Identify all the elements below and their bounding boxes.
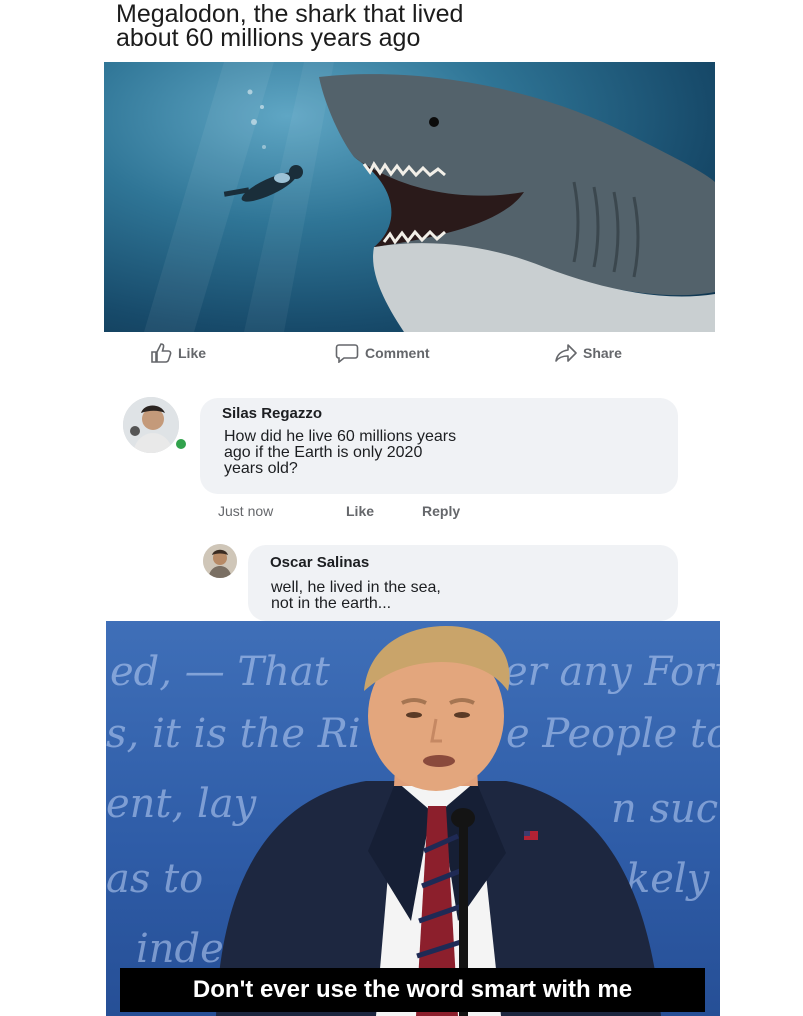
comment-text-line: ago if the Earth is only 2020: [224, 444, 423, 461]
post-title-line: Megalodon, the shark that lived: [116, 0, 464, 28]
meme-reaction-image: ed, — That er any Form s, it is the Ri e…: [106, 621, 720, 1016]
comment-meta: Just now Like Reply: [218, 503, 518, 523]
post-title-line: about 60 millions years ago: [116, 24, 421, 52]
comment-like-link[interactable]: Like: [346, 503, 374, 519]
avatar[interactable]: [203, 544, 237, 578]
reply-author-name[interactable]: Oscar Salinas: [270, 554, 369, 571]
megalodon-illustration: [144, 62, 715, 332]
like-button[interactable]: Like: [150, 343, 206, 363]
share-arrow-icon: [555, 344, 577, 362]
reply-text-line: well, he lived in the sea,: [271, 579, 441, 596]
share-label: Share: [583, 345, 622, 361]
post-photo-megalodon[interactable]: [104, 62, 715, 332]
meme-caption: Don't ever use the word smart with me: [120, 968, 705, 1012]
comment-text-line: years old?: [224, 460, 298, 477]
comment-timestamp: Just now: [218, 503, 274, 519]
post-title: Megalodon, the shark that lived about 60…: [116, 0, 676, 52]
comment-button[interactable]: Comment: [335, 343, 430, 363]
speech-bubble-icon: [335, 344, 359, 363]
speaker-illustration: [216, 626, 661, 1016]
comment-author-name[interactable]: Silas Regazzo: [222, 405, 322, 422]
comment-label: Comment: [365, 345, 430, 361]
avatar[interactable]: [123, 397, 179, 453]
thumbs-up-icon: [151, 343, 172, 363]
comment-text-line: How did he live 60 millions years: [224, 428, 457, 445]
online-status-dot: [174, 437, 188, 451]
avatar-photo: [203, 544, 237, 578]
share-button[interactable]: Share: [555, 343, 622, 363]
avatar-photo: [123, 397, 179, 453]
like-label: Like: [178, 345, 207, 361]
reply-text-line: not in the earth...: [271, 595, 392, 612]
comment-reply-link[interactable]: Reply: [422, 503, 460, 519]
post-action-bar: Like Comment Share: [150, 343, 670, 373]
